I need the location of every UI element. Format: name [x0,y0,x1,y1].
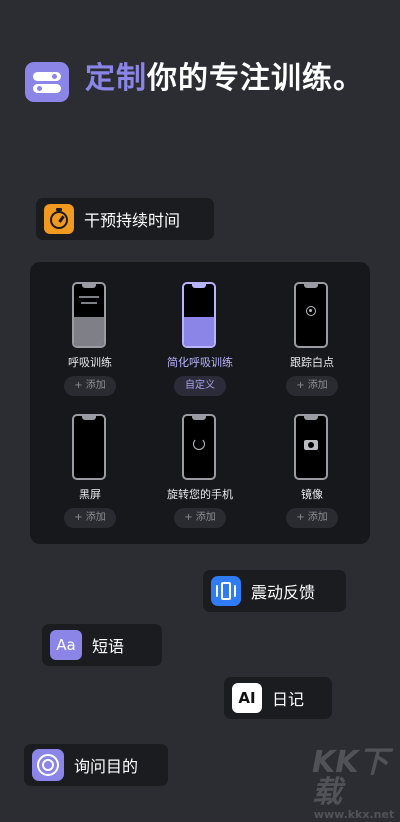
phone-preview-breathing [72,282,106,348]
diary-chip[interactable]: AI 日记 [224,677,332,719]
phone-preview-mirror [294,414,328,480]
phone-preview-track-dot [294,282,328,348]
vibration-feedback-label: 震动反馈 [251,583,316,602]
add-button[interactable]: + 添加 [286,376,338,396]
text-aa-icon: Aa [50,630,82,660]
exercise-name: 呼吸训练 [68,356,112,369]
add-button[interactable]: + 添加 [64,508,116,528]
diary-label: 日记 [272,690,305,709]
title-accent: 定制 [85,61,147,96]
intervention-duration-chip[interactable]: 干预持续时间 [36,198,214,240]
exercise-track-white-dot[interactable]: 跟踪白点 + 添加 [256,262,368,396]
title-rest: 你的专注训练。 [147,61,364,96]
target-dot-icon [306,306,316,316]
exercise-black-screen[interactable]: 黑屏 + 添加 [34,394,146,528]
exercise-rotate-phone[interactable]: 旋转您的手机 + 添加 [144,394,256,528]
target-icon [32,749,64,781]
exercise-name: 旋转您的手机 [167,488,233,501]
ask-intention-label: 询问目的 [74,757,139,776]
exercise-name: 跟踪白点 [290,356,334,369]
exercise-name: 镜像 [301,488,323,501]
exercise-name: 黑屏 [79,488,101,501]
exercise-grid: 呼吸训练 + 添加 简化呼吸训练 自定义 跟踪白点 + 添加 黑屏 + 添加 旋… [30,262,370,544]
ask-intention-chip[interactable]: 询问目的 [24,744,168,786]
customize-button[interactable]: 自定义 [174,376,226,396]
watermark-main: KK下载 [312,745,389,810]
page-title: 定制你的专注训练。 [85,60,385,98]
phrase-chip[interactable]: Aa 短语 [42,624,162,666]
add-button[interactable]: + 添加 [64,376,116,396]
exercise-name: 简化呼吸训练 [167,356,233,369]
text-cursor-icon: AI [232,683,262,713]
watermark-logo: KK下载 www.kkx.net [312,748,396,822]
exercise-mirror[interactable]: 镜像 + 添加 [256,394,368,528]
rotate-icon [193,438,205,450]
timer-icon [44,204,74,234]
exercise-simplified-breathing[interactable]: 简化呼吸训练 自定义 [144,262,256,396]
phrase-label: 短语 [92,637,125,656]
add-button[interactable]: + 添加 [286,508,338,528]
vibration-icon [211,576,241,606]
add-button[interactable]: + 添加 [174,508,226,528]
phone-preview-black-screen [72,414,106,480]
phone-preview-rotate [182,414,216,480]
phone-preview-simplified-breathing [182,282,216,348]
settings-toggle-icon [25,62,69,102]
vibration-feedback-chip[interactable]: 震动反馈 [203,570,346,612]
camera-icon [304,440,318,450]
intervention-duration-label: 干预持续时间 [84,211,181,230]
exercise-breathing[interactable]: 呼吸训练 + 添加 [34,262,146,396]
watermark-url: www.kkx.net [313,808,395,821]
